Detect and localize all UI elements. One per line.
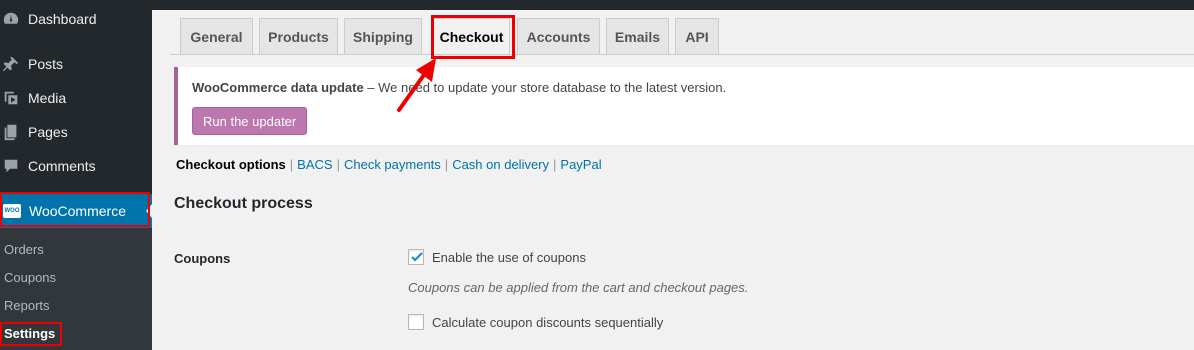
checkout-subsections: Checkout options | BACS | Check payments | Cas… [176, 157, 602, 172]
checkmark-icon [411, 252, 423, 262]
woocommerce-submenu: Orders Coupons Reports Settings [0, 228, 152, 350]
sidebar-item-label: Posts [28, 56, 64, 72]
sidebar-item-posts[interactable]: Posts [0, 47, 152, 81]
sidebar-item-label: Media [28, 90, 67, 106]
tab-accounts[interactable]: Accounts [517, 18, 600, 54]
run-updater-button[interactable]: Run the updater [192, 107, 308, 135]
separator: | [444, 157, 449, 172]
sidebar-item-comments[interactable]: Comments [0, 149, 152, 183]
admin-sidebar: Dashboard Posts Media Pages Comments WOO… [0, 0, 152, 350]
submenu-item-orders[interactable]: Orders [4, 242, 44, 257]
section-title: Checkout process [174, 195, 313, 212]
notice-message: WooCommerce data update – We need to upd… [192, 80, 726, 95]
pages-icon [2, 123, 20, 141]
tab-emails[interactable]: Emails [606, 18, 669, 54]
media-icon [2, 89, 20, 107]
submenu-item-reports[interactable]: Reports [4, 298, 50, 313]
subsection-check-payments[interactable]: Check payments [344, 157, 441, 172]
update-notice: WooCommerce data update – We need to upd… [174, 67, 1194, 145]
sidebar-item-label: Pages [28, 124, 68, 140]
separator: | [289, 157, 294, 172]
pin-icon [2, 55, 20, 73]
tab-checkout[interactable]: Checkout [433, 18, 510, 55]
sidebar-item-pages[interactable]: Pages [0, 115, 152, 149]
enable-coupons-label[interactable]: Enable the use of coupons [432, 250, 586, 265]
submenu-item-coupons[interactable]: Coupons [4, 270, 56, 285]
sidebar-item-label: Dashboard [28, 11, 97, 27]
sequential-discounts-checkbox[interactable] [408, 314, 424, 330]
notice-title: WooCommerce data update [192, 80, 364, 95]
enable-coupons-checkbox[interactable] [408, 249, 424, 265]
submenu-item-settings[interactable]: Settings [4, 326, 55, 341]
subsection-bacs[interactable]: BACS [297, 157, 332, 172]
comment-icon [2, 157, 20, 175]
admin-bar [0, 0, 1194, 10]
separator: | [336, 157, 340, 172]
subsection-paypal[interactable]: PayPal [560, 157, 601, 172]
sidebar-item-woocommerce[interactable]: WOO WooCommerce [0, 194, 152, 228]
notice-body: – We need to update your store database … [363, 80, 727, 95]
tabs-divider [170, 54, 1194, 55]
tab-api[interactable]: API [675, 18, 719, 54]
tab-general[interactable]: General [180, 18, 253, 54]
tab-products[interactable]: Products [259, 18, 338, 54]
enable-coupons-description: Coupons can be applied from the cart and… [408, 280, 749, 295]
coupons-row-label: Coupons [174, 251, 231, 266]
subsection-checkout-options[interactable]: Checkout options [176, 157, 286, 172]
sidebar-item-media[interactable]: Media [0, 81, 152, 115]
sidebar-item-label: Comments [28, 158, 96, 174]
sidebar-item-dashboard[interactable]: Dashboard [0, 2, 152, 36]
separator: | [553, 157, 557, 172]
sequential-discounts-label[interactable]: Calculate coupon discounts sequentially [432, 315, 663, 330]
sidebar-item-label: WooCommerce [29, 203, 126, 219]
current-menu-arrow [146, 204, 152, 218]
subsection-cash-on-delivery[interactable]: Cash on delivery [452, 157, 549, 172]
dashboard-icon [2, 10, 20, 28]
tab-shipping[interactable]: Shipping [344, 18, 422, 54]
woocommerce-icon: WOO [3, 204, 21, 218]
